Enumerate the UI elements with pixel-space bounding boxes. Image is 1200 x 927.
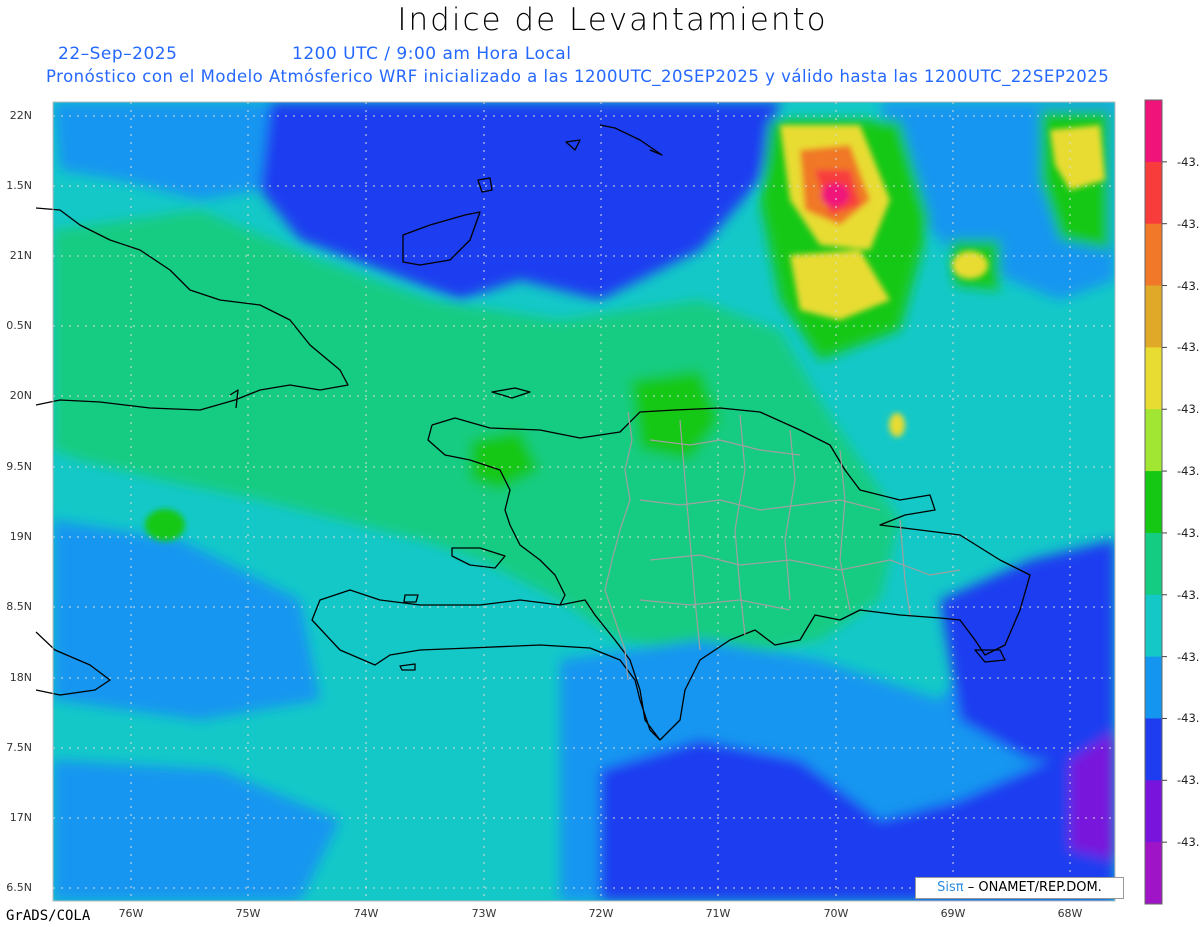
colorbar	[1144, 99, 1167, 905]
colorbar-tick-label: -43.4	[1177, 464, 1200, 479]
lat-label: 18N	[9, 671, 32, 684]
lon-label: 73W	[471, 907, 497, 920]
colorbar-tick-label: -43.3	[1177, 340, 1200, 355]
field-layer	[53, 102, 1115, 901]
lon-label: 75W	[235, 907, 261, 920]
sispi-logo-text: Sisπ	[937, 880, 964, 895]
lat-label: 19N	[9, 530, 32, 543]
credit-box: Sisπ – ONAMET/REP.DOM.	[915, 877, 1124, 899]
grads-footer: GrADS/COLA	[6, 908, 91, 924]
lon-label: 76W	[118, 907, 144, 920]
field-ne-magenta	[821, 183, 849, 207]
colorbar-swatch	[1145, 471, 1162, 534]
lon-label: 70W	[823, 907, 849, 920]
colorbar-swatch	[1145, 161, 1162, 225]
colorbar-tick-label: -43.5	[1177, 587, 1200, 602]
colorbar-swatch	[1145, 718, 1162, 781]
colorbar-tick-label: -43.5	[1177, 649, 1200, 664]
colorbar-swatch	[1145, 409, 1162, 472]
colorbar-tick-label: -43.6	[1177, 773, 1200, 788]
lat-label: 21N	[9, 249, 32, 262]
lifted-index-map	[35, 99, 1167, 905]
lat-label: 8.5N	[6, 600, 32, 613]
colorbar-swatch	[1145, 223, 1162, 287]
colorbar-tick-label: -43.7	[1177, 835, 1200, 850]
lat-label: 1.5N	[6, 179, 32, 192]
colorbar-tick-label: -43.2	[1177, 278, 1200, 293]
lon-label: 68W	[1057, 907, 1083, 920]
colorbar-swatch	[1145, 100, 1162, 163]
colorbar-swatch	[1145, 594, 1162, 658]
colorbar-swatch	[1145, 842, 1162, 905]
colorbar-swatch	[1145, 656, 1162, 719]
lat-label: 7.5N	[6, 741, 32, 754]
colorbar-tick-label: -43.3	[1177, 402, 1200, 417]
lon-label: 72W	[588, 907, 614, 920]
lat-label: 6.5N	[6, 881, 32, 894]
colorbar-swatch	[1145, 285, 1162, 348]
colorbar-swatch	[1145, 532, 1162, 596]
lat-label: 20N	[9, 389, 32, 402]
colorbar-swatch	[1145, 780, 1162, 843]
colorbar-tick-label: -43.6	[1177, 711, 1200, 726]
lon-label: 71W	[705, 907, 731, 920]
field-small-yellow	[952, 251, 988, 279]
lat-label: 17N	[9, 811, 32, 824]
colorbar-tick-label: -43.1	[1177, 154, 1200, 169]
field-spot-yellow	[889, 413, 905, 437]
colorbar-tick-label: -43.2	[1177, 216, 1200, 231]
colorbar-swatch	[1145, 347, 1162, 410]
colorbar-tick-label: -43.4	[1177, 525, 1200, 540]
field-spot-green	[145, 509, 185, 541]
lon-label: 74W	[353, 907, 379, 920]
lon-label: 69W	[940, 907, 966, 920]
lat-label: 0.5N	[6, 319, 32, 332]
lat-label: 9.5N	[6, 460, 32, 473]
credit-org: – ONAMET/REP.DOM.	[967, 880, 1102, 895]
lat-label: 22N	[9, 109, 32, 122]
